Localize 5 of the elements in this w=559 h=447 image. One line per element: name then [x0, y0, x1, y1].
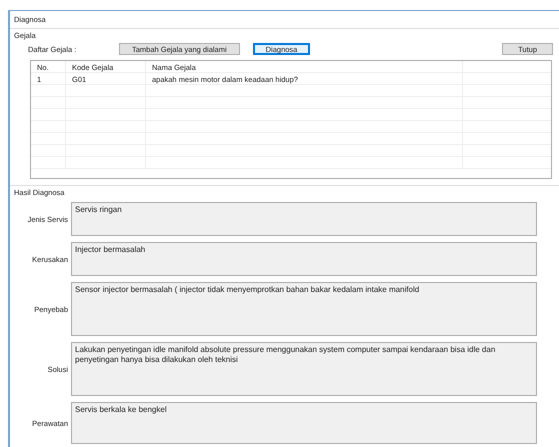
result-field[interactable]: Injector bermasalah	[71, 242, 537, 276]
result-field[interactable]: Servis ringan	[71, 202, 537, 236]
result-field[interactable]: Lakukan penyetingan idle manifold absolute pressure menggunakan system computer sampai kendaraan bisa idle dan penyetingan hanya bisa dilakukan oleh teknisi	[71, 342, 537, 396]
result-field[interactable]: Servis berkala ke bengkel	[71, 402, 537, 444]
result-field[interactable]: Sensor injector bermasalah ( injector tidak menyemprotkan bahan bakar kedalam intake manifold	[71, 282, 537, 336]
